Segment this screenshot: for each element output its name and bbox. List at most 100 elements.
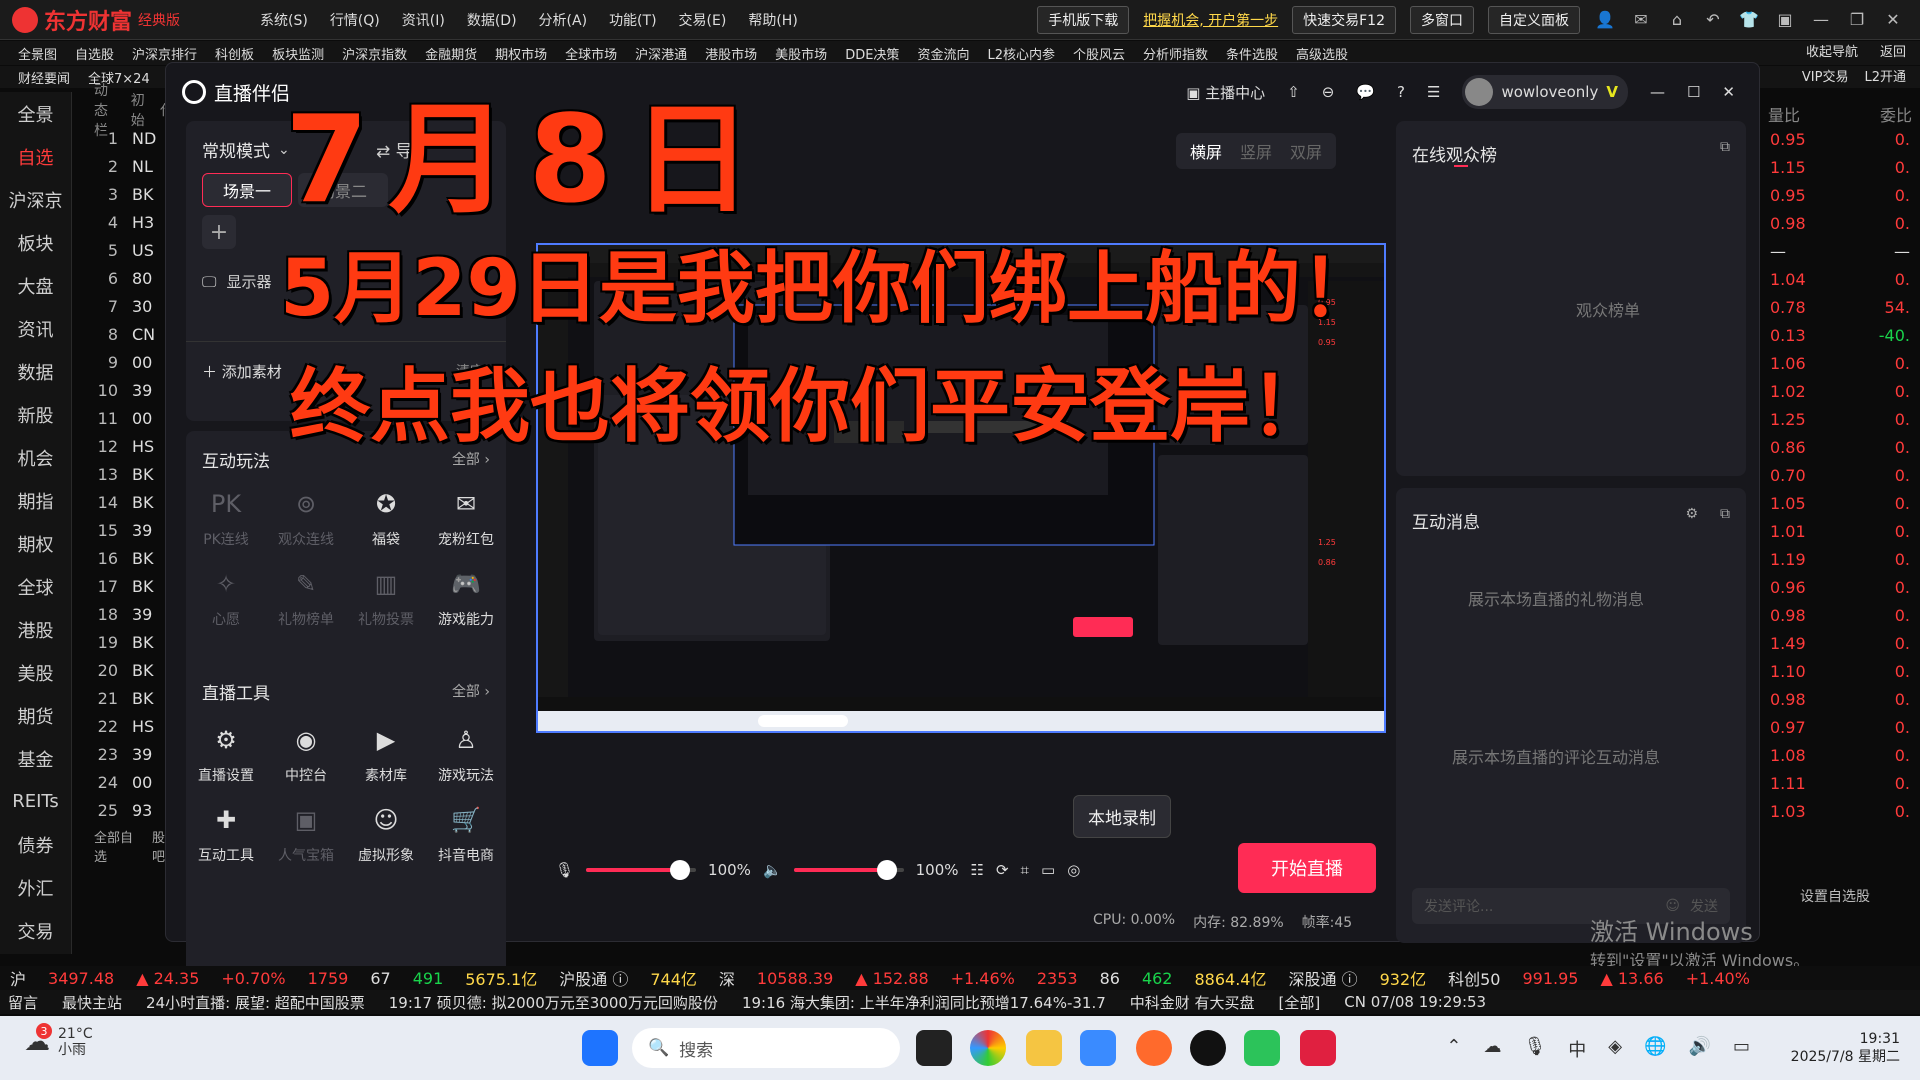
quote-row[interactable]: 0.13 -40. xyxy=(1760,326,1920,354)
sidebar-item[interactable]: 期指 xyxy=(0,479,71,522)
library-tool[interactable]: ▶ 素材库 xyxy=(346,723,426,785)
stock-row[interactable]: 16 BK xyxy=(94,544,174,572)
stock-row[interactable]: 24 00 xyxy=(94,768,174,796)
taskbar-search[interactable]: 🔍 搜索 xyxy=(632,1028,900,1068)
scene-tab-1[interactable]: 场景一 xyxy=(202,173,292,207)
tab-portrait[interactable]: 竖屏 xyxy=(1240,139,1272,163)
quote-row[interactable]: 0.95 0. xyxy=(1760,186,1920,214)
stock-row[interactable]: 2 NL xyxy=(94,152,174,180)
sidebar-item[interactable]: 外汇 xyxy=(0,866,71,909)
local-record-icon[interactable]: ▭ xyxy=(1041,861,1055,879)
nav-item[interactable]: 高级选股 xyxy=(1296,44,1348,63)
maximize-icon[interactable]: ☐ xyxy=(1687,83,1700,101)
sidebar-item[interactable]: 自选 xyxy=(0,135,71,178)
news-item[interactable]: 19:17 硕贝德: 拟2000万元至3000万元回购股份 xyxy=(389,992,718,1013)
sidebar-item[interactable]: 基金 xyxy=(0,737,71,780)
quote-row[interactable]: 1.11 0. xyxy=(1760,774,1920,802)
app-tray-icon[interactable]: ◈ xyxy=(1608,1036,1622,1062)
stock-row[interactable]: 7 30 xyxy=(94,292,174,320)
minimize-icon[interactable]: — xyxy=(1810,9,1832,31)
menu-item[interactable]: 交易(E) xyxy=(679,10,727,30)
stock-row[interactable]: 15 39 xyxy=(94,516,174,544)
add-material-button[interactable]: ＋ 添加素材 xyxy=(202,361,282,382)
tab-dual[interactable]: 双屏 xyxy=(1290,139,1322,163)
sidebar-item[interactable]: REITs xyxy=(0,780,71,823)
popout-icon[interactable]: ⧉ xyxy=(1720,506,1730,522)
sidebar-item[interactable]: 港股 xyxy=(0,608,71,651)
sidebar-item[interactable]: 全球 xyxy=(0,565,71,608)
start-live-button[interactable]: 开始直播 xyxy=(1238,843,1376,893)
nav-item[interactable]: 资金流向 xyxy=(917,44,969,63)
quote-row[interactable]: 0.70 0. xyxy=(1760,466,1920,494)
news-item[interactable]: 19:16 海大集团: 上半年净利润同比预增17.64%-31.7 xyxy=(742,992,1106,1013)
quote-row[interactable]: 0.98 0. xyxy=(1760,606,1920,634)
sidebar-item[interactable]: 美股 xyxy=(0,651,71,694)
quote-row[interactable]: 1.05 0. xyxy=(1760,494,1920,522)
nav-item[interactable]: 个股风云 xyxy=(1073,44,1125,63)
cart-tool[interactable]: 🛒 抖音电商 xyxy=(426,803,506,865)
nav-item[interactable]: 全球市场 xyxy=(565,44,617,63)
pk-tool[interactable]: PK PK连线 xyxy=(186,487,266,549)
mic-volume-slider[interactable] xyxy=(586,860,697,880)
nav-item[interactable]: 全景图 xyxy=(18,44,57,63)
popout-icon[interactable]: ⧉ xyxy=(1720,139,1730,155)
mail-icon[interactable]: ✉ xyxy=(1630,9,1652,31)
mobile-download-button[interactable]: 手机版下载 xyxy=(1037,5,1130,34)
sidebar-item[interactable]: 期货 xyxy=(0,694,71,737)
sidebar-item[interactable]: 新股 xyxy=(0,393,71,436)
footer-tab[interactable]: 全部自选 xyxy=(94,827,138,865)
user-badge[interactable]: wowloveonly V xyxy=(1462,75,1628,109)
nav-item[interactable]: 沪深京排行 xyxy=(132,44,197,63)
multi-window-button[interactable]: 多窗口 xyxy=(1410,5,1474,34)
chat-icon[interactable]: 💬 xyxy=(1356,83,1375,101)
news-item[interactable]: 最快主站 xyxy=(62,992,122,1013)
header-order-ratio[interactable]: 委比 xyxy=(1880,102,1912,126)
nav-item[interactable]: 金融期货 xyxy=(425,44,477,63)
quote-row[interactable]: 1.02 0. xyxy=(1760,382,1920,410)
quote-row[interactable]: 0.86 0. xyxy=(1760,438,1920,466)
restore-icon[interactable]: ❐ xyxy=(1846,9,1868,31)
red-packet-tool[interactable]: ✉ 宠粉红包 xyxy=(426,487,506,549)
nav-item[interactable]: 财经要闻 xyxy=(18,68,70,87)
tab-landscape[interactable]: 横屏 xyxy=(1190,139,1222,163)
wechat-icon[interactable] xyxy=(1244,1030,1280,1066)
gamepad-tool[interactable]: 🎮 游戏能力 xyxy=(426,567,506,629)
game-play-tool[interactable]: ♙ 游戏玩法 xyxy=(426,723,506,785)
sidebar-item[interactable]: 全景 xyxy=(0,92,71,135)
eastmoney-icon[interactable] xyxy=(1136,1030,1172,1066)
qq-icon[interactable] xyxy=(1190,1030,1226,1066)
nav-item[interactable]: DDE决策 xyxy=(845,44,899,63)
help-icon[interactable]: ? xyxy=(1397,83,1405,101)
sidebar-item[interactable]: 数据 xyxy=(0,350,71,393)
tools-all-link[interactable]: 全部 › xyxy=(452,681,490,701)
user-icon[interactable]: 👤 xyxy=(1594,9,1616,31)
minimize-icon[interactable]: — xyxy=(1650,83,1665,101)
quote-row[interactable]: 0.97 0. xyxy=(1760,718,1920,746)
nav-item[interactable]: 条件选股 xyxy=(1226,44,1278,63)
menu-item[interactable]: 数据(D) xyxy=(467,10,517,30)
quote-row[interactable]: 1.08 0. xyxy=(1760,746,1920,774)
stock-row[interactable]: 19 BK xyxy=(94,628,174,656)
stock-row[interactable]: 11 00 xyxy=(94,404,174,432)
folder-icon[interactable] xyxy=(1026,1030,1062,1066)
layout-icon[interactable]: ▣ xyxy=(1774,9,1796,31)
nav-item[interactable]: 自选股 xyxy=(75,44,114,63)
stock-row[interactable]: 4 H3 xyxy=(94,208,174,236)
stock-row[interactable]: 9 00 xyxy=(94,348,174,376)
menu-item[interactable]: 资讯(I) xyxy=(402,10,445,30)
header-volume-ratio[interactable]: 量比 xyxy=(1768,102,1800,126)
nav-right-item[interactable]: L2开通 xyxy=(1864,66,1906,85)
quote-row[interactable]: 1.01 0. xyxy=(1760,522,1920,550)
chrome-icon[interactable] xyxy=(970,1030,1006,1066)
wish-tool[interactable]: ✧ 心愿 xyxy=(186,567,266,629)
promo-link[interactable]: 把握机会, 开户第一步 xyxy=(1143,10,1278,30)
volume-icon[interactable]: 🔊 xyxy=(1689,1036,1711,1062)
nav-right-item[interactable]: 返回 xyxy=(1880,41,1906,60)
ime-icon[interactable]: 中 xyxy=(1568,1036,1586,1062)
lucky-bag-tool[interactable]: ✪ 福袋 xyxy=(346,487,426,549)
close-icon[interactable]: ✕ xyxy=(1722,83,1735,101)
nav-item[interactable]: 港股市场 xyxy=(705,44,757,63)
rotate-icon[interactable]: ⟳ xyxy=(996,861,1009,879)
stock-row[interactable]: 1 ND xyxy=(94,124,174,152)
sidebar-item[interactable]: 交易 xyxy=(0,909,71,952)
